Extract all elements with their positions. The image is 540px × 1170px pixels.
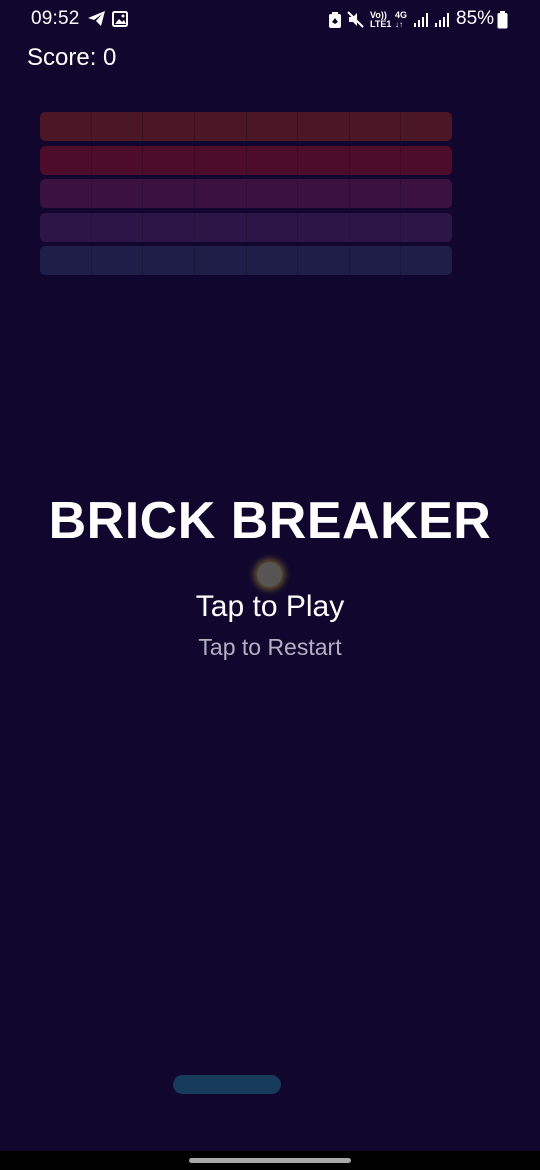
battery-percent: 85% (456, 8, 495, 29)
brick (401, 246, 452, 275)
brick (349, 179, 402, 208)
score-label: Score: 0 (27, 44, 117, 71)
brick (194, 112, 247, 141)
brick (401, 112, 452, 141)
home-gesture-handle[interactable] (189, 1158, 351, 1163)
brick (194, 246, 247, 275)
brick (194, 212, 247, 242)
brick (143, 246, 195, 275)
brick (194, 179, 247, 208)
volte-icon: Vo)) LTE1 (370, 11, 391, 29)
brick (40, 179, 92, 208)
tap-to-restart-button[interactable]: Tap to Restart (0, 634, 540, 661)
navigation-bar (0, 1151, 540, 1170)
lte-label: LTE1 (370, 19, 392, 29)
brick (246, 112, 299, 141)
brick (401, 145, 452, 175)
telegram-icon (87, 10, 106, 32)
brick (194, 145, 247, 175)
brick (349, 145, 402, 175)
brick (143, 112, 195, 141)
network-type-label: 4G (395, 10, 408, 20)
brick (91, 145, 144, 175)
brick (40, 212, 92, 242)
brick (298, 145, 350, 175)
brick (246, 212, 299, 242)
brick (246, 179, 299, 208)
brick (91, 246, 144, 275)
brick (298, 212, 350, 242)
brick (298, 179, 350, 208)
brick (401, 212, 452, 242)
ball (257, 562, 282, 587)
network-type: 4G ↓↑ (395, 10, 408, 30)
brick (246, 246, 299, 275)
brick (349, 212, 402, 242)
brick (91, 112, 144, 141)
signal-icon-2 (434, 12, 450, 33)
brick-row (40, 145, 452, 175)
paddle[interactable] (173, 1075, 281, 1094)
brick (40, 145, 92, 175)
brick (401, 179, 452, 208)
brick-row (40, 112, 452, 141)
brick-wall (40, 112, 452, 280)
battery-saver-icon (328, 11, 342, 34)
battery-icon (497, 11, 508, 34)
status-bar: 09:52 Vo)) LTE1 4G ↓↑ 85% (0, 0, 540, 40)
gallery-icon (112, 11, 128, 32)
brick (40, 246, 92, 275)
brick (246, 145, 299, 175)
mute-icon (346, 10, 365, 34)
brick (349, 112, 402, 141)
game-title: BRICK BREAKER (48, 492, 492, 550)
brick (40, 112, 92, 141)
brick (143, 145, 195, 175)
tap-to-play-button[interactable]: Tap to Play (0, 590, 540, 624)
brick (298, 112, 350, 141)
brick-row (40, 212, 452, 242)
brick (143, 179, 195, 208)
brick-row (40, 179, 452, 208)
brick (298, 246, 350, 275)
brick (91, 179, 144, 208)
brick (143, 212, 195, 242)
status-time: 09:52 (31, 8, 80, 29)
brick-row (40, 246, 452, 275)
brick (349, 246, 402, 275)
signal-icon (413, 12, 429, 33)
brick (91, 212, 144, 242)
